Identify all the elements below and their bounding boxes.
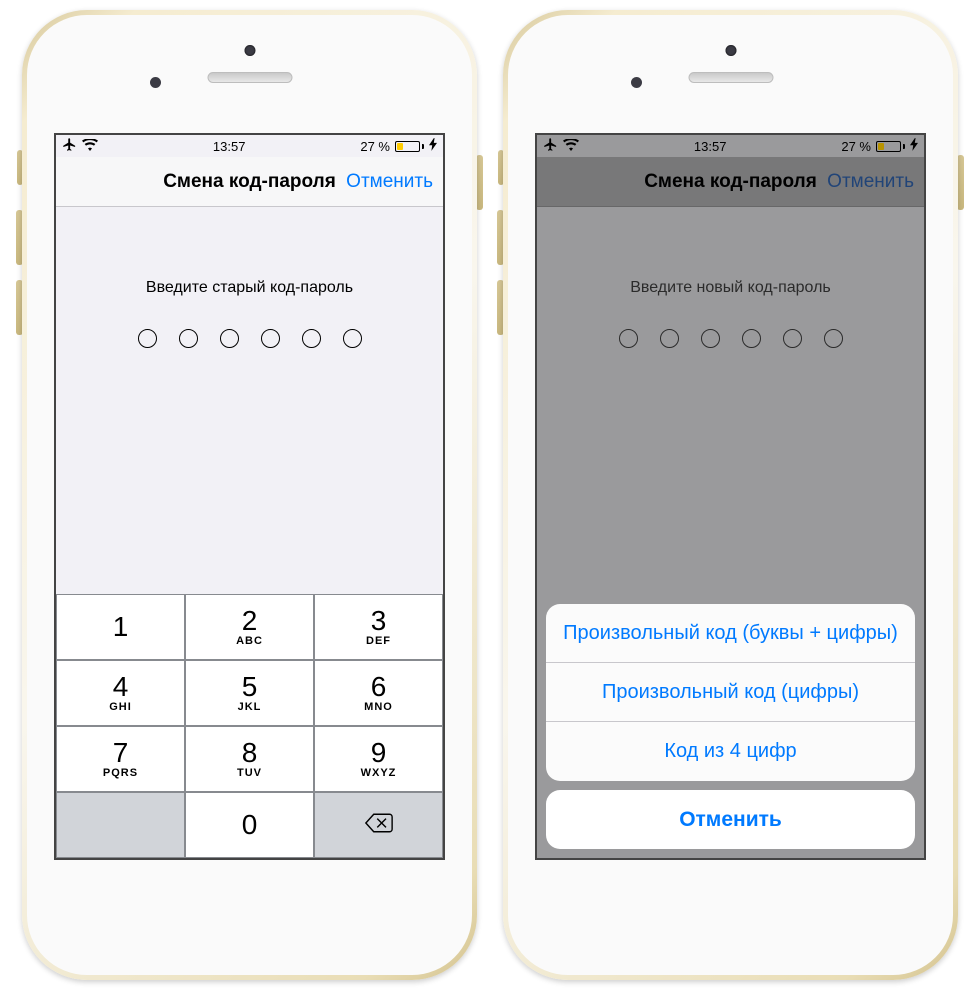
option-numeric-code[interactable]: Произвольный код (цифры): [546, 663, 915, 722]
charging-icon: [429, 138, 437, 154]
nav-cancel-button[interactable]: Отменить: [827, 171, 914, 193]
passcode-content: Введите новый код-пароль: [537, 207, 924, 858]
option-4-digit-code[interactable]: Код из 4 цифр: [546, 722, 915, 781]
phone-left: 13:57 27 % Смена код-пароля: [22, 10, 477, 980]
action-sheet-cancel-button[interactable]: Отменить: [546, 790, 915, 849]
airplane-mode-icon: [543, 137, 558, 155]
nav-bar: Смена код-пароля Отменить: [537, 157, 924, 207]
phone-top-bezel: [508, 15, 953, 133]
screen: 13:57 27 % Смена код-пароля: [535, 133, 926, 860]
passcode-dot: [138, 329, 157, 348]
keypad-key-8[interactable]: 8TUV: [185, 726, 314, 792]
passcode-prompt: Введите новый код-пароль: [537, 279, 924, 297]
status-time: 13:57: [213, 139, 246, 154]
numeric-keypad: 1 2ABC 3DEF 4GHI 5JKL 6MNO 7PQRS 8TUV: [56, 594, 443, 858]
passcode-dot: [660, 329, 679, 348]
nav-cancel-button[interactable]: Отменить: [346, 171, 433, 193]
passcode-dot: [742, 329, 761, 348]
passcode-dots: [56, 329, 443, 348]
keypad-blank: [56, 792, 185, 858]
earpiece-speaker: [688, 72, 773, 83]
option-alphanumeric-code[interactable]: Произвольный код (буквы + цифры): [546, 604, 915, 663]
front-camera: [725, 45, 736, 56]
keypad-key-4[interactable]: 4GHI: [56, 660, 185, 726]
passcode-dot: [619, 329, 638, 348]
power-button[interactable]: [957, 155, 964, 210]
keypad-key-3[interactable]: 3DEF: [314, 594, 443, 660]
passcode-dot: [343, 329, 362, 348]
front-camera: [244, 45, 255, 56]
status-bar: 13:57 27 %: [56, 135, 443, 157]
proximity-sensor: [631, 77, 642, 88]
passcode-dots: [537, 329, 924, 348]
screen: 13:57 27 % Смена код-пароля: [54, 133, 445, 860]
phone-top-bezel: [27, 15, 472, 133]
keypad-key-9[interactable]: 9WXYZ: [314, 726, 443, 792]
passcode-dot: [220, 329, 239, 348]
status-bar: 13:57 27 %: [537, 135, 924, 157]
action-sheet-options: Произвольный код (буквы + цифры) Произво…: [546, 604, 915, 781]
passcode-dot: [302, 329, 321, 348]
keypad-key-2[interactable]: 2ABC: [185, 594, 314, 660]
phone-right: 13:57 27 % Смена код-пароля: [503, 10, 958, 980]
battery-icon: [395, 141, 424, 152]
status-time: 13:57: [694, 139, 727, 154]
battery-icon: [876, 141, 905, 152]
keypad-backspace[interactable]: [314, 792, 443, 858]
airplane-mode-icon: [62, 137, 77, 155]
keypad-key-7[interactable]: 7PQRS: [56, 726, 185, 792]
earpiece-speaker: [207, 72, 292, 83]
nav-bar: Смена код-пароля Отменить: [56, 157, 443, 207]
passcode-dot: [261, 329, 280, 348]
passcode-dot: [824, 329, 843, 348]
backspace-icon: [365, 813, 393, 837]
battery-percentage: 27 %: [841, 139, 871, 154]
keypad-key-6[interactable]: 6MNO: [314, 660, 443, 726]
passcode-dot: [179, 329, 198, 348]
power-button[interactable]: [476, 155, 483, 210]
passcode-content: Введите старый код-пароль 1 2ABC: [56, 207, 443, 858]
passcode-options-action-sheet: Произвольный код (буквы + цифры) Произво…: [546, 604, 915, 849]
keypad-key-5[interactable]: 5JKL: [185, 660, 314, 726]
wifi-icon: [563, 139, 579, 154]
passcode-prompt: Введите старый код-пароль: [56, 279, 443, 297]
charging-icon: [910, 138, 918, 154]
keypad-key-1[interactable]: 1: [56, 594, 185, 660]
proximity-sensor: [150, 77, 161, 88]
passcode-dot: [701, 329, 720, 348]
wifi-icon: [82, 139, 98, 154]
battery-percentage: 27 %: [360, 139, 390, 154]
passcode-dot: [783, 329, 802, 348]
keypad-key-0[interactable]: 0: [185, 792, 314, 858]
